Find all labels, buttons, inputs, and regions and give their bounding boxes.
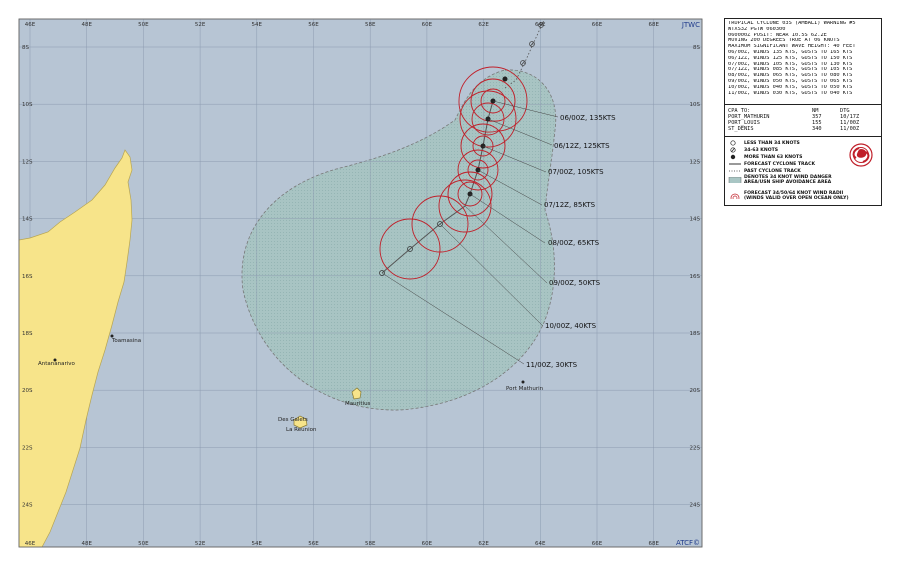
legend-forecast-track: FORECAST CYCLONE TRACK [728,161,815,167]
dotted-line-icon [729,170,741,172]
toamasina-label: Toamasina [111,338,141,344]
lat-tick-label: 16S [690,274,701,280]
lon-tick-label: 56E [308,541,319,547]
legend-more63: MORE THAN 63 KNOTS [728,154,802,160]
forecast-label: 07/12Z, 85KTS [544,201,596,209]
atcf-tag: ATCF© [676,539,700,547]
lat-tick-label: 10S [690,102,701,108]
danger-area-swatch-icon [728,177,742,183]
lat-tick-label: 10S [22,102,33,108]
lat-tick-label: 14S [22,217,33,223]
antananarivo-label: Antananarivo [38,361,76,367]
lon-tick-label: 64E [535,541,546,547]
lon-tick-label: 62E [478,541,489,547]
lat-tick-label: 20S [22,388,33,394]
legend-34-63: 34-63 KNOTS [728,147,778,153]
lon-tick-label: 66E [592,22,603,28]
forecast-label: 06/12Z, 125KTS [554,142,610,150]
lon-tick-label: 54E [252,541,263,547]
lon-tick-label: 46E [25,541,36,547]
forecast-label: 06/00Z, 135KTS [560,114,616,122]
cyclone-symbol-icon [849,143,873,167]
lon-tick-label: 52E [195,22,206,28]
forecast-label: 11/00Z, 30KTS [526,361,578,369]
legend-box: LESS THAN 34 KNOTS 34-63 KNOTS MORE THAN… [724,136,882,206]
lat-tick-label: 12S [690,159,701,165]
lat-tick-label: 22S [22,445,33,451]
lon-tick-label: 68E [648,541,659,547]
warning-info-box: TROPICAL CYCLONE 03S (AMBALI) WARNING #5… [724,18,882,106]
lat-tick-label: 16S [22,274,33,280]
lon-tick-label: 62E [478,22,489,28]
lon-tick-label: 60E [422,541,433,547]
lat-tick-label: 14S [690,217,701,223]
wind-radii-icon [730,193,740,199]
lon-tick-label: 50E [138,22,149,28]
lon-tick-label: 46E [25,22,36,28]
lon-tick-label: 68E [648,22,659,28]
lat-tick-label: 18S [690,331,701,337]
lat-tick-label: 22S [690,445,701,451]
legend-past-track: PAST CYCLONE TRACK [728,168,801,174]
cpa-box: CPA TO: NM DTG PORT_MATHURIN 357 10/17Z PORT… [724,104,882,138]
forecast-label: 07/00Z, 105KTS [548,168,604,176]
open-circle-icon [730,140,736,146]
lon-tick-label: 66E [592,541,603,547]
legend-danger-area: DENOTES 34 KNOT WIND DANGER AREA/USN SHIP… [728,175,832,185]
lon-tick-label: 64E [535,22,546,28]
half-storm-icon [730,147,736,153]
forecast-label: 08/00Z, 65KTS [548,239,600,247]
lon-tick-label: 58E [365,541,376,547]
filled-storm-icon [730,154,736,160]
lon-tick-label: 48E [81,541,92,547]
solid-line-icon [729,163,741,165]
lat-tick-label: 8S [693,45,700,51]
la-reunion-label: La Reunion [286,427,317,433]
lat-tick-label: 24S [690,503,701,509]
des-galets-label: Des Galets [278,417,308,423]
lon-tick-label: 58E [365,22,376,28]
forecast-label: 10/00Z, 40KTS [545,322,597,330]
port-mathurin-label: Port Mathurin [506,386,544,392]
port-mathurin-marker [521,380,525,384]
mauritius-label: Mauritius [345,401,371,407]
lat-tick-label: 12S [22,159,33,165]
lat-tick-label: 20S [690,388,701,394]
lat-tick-label: 8S [22,45,29,51]
jtwc-tag: JTWC [681,21,700,29]
lat-tick-label: 18S [22,331,33,337]
lon-tick-label: 48E [81,22,92,28]
cpa-row: ST_DENIS 340 11/00Z [728,126,860,132]
lat-tick-label: 24S [22,503,33,509]
warning-text-line: 11/00Z, WINDS 030 KTS, GUSTS TO 040 KTS [728,90,853,96]
past-position-marker [502,76,508,82]
lon-tick-label: 56E [308,22,319,28]
lon-tick-label: 54E [252,22,263,28]
legend-wind-radii: FORECAST 34/50/64 KNOT WIND RADII (WINDS … [728,191,849,201]
lon-tick-label: 52E [195,541,206,547]
lon-tick-label: 60E [422,22,433,28]
forecast-label: 09/00Z, 50KTS [549,279,601,287]
lon-tick-label: 50E [138,541,149,547]
legend-less34: LESS THAN 34 KNOTS [728,140,800,146]
